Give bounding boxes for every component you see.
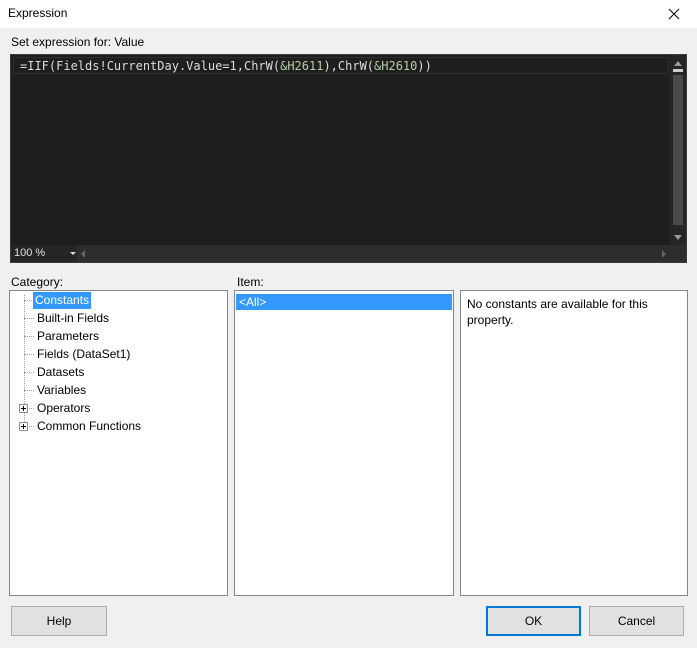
expand-icon[interactable] [19,422,28,431]
scroll-thumb[interactable] [673,75,683,225]
category-item-built-in-fields[interactable]: Built-in Fields [35,310,111,327]
scroll-down-icon[interactable] [674,235,682,240]
category-label: Category: [11,275,64,289]
title-bar: Expression [0,0,697,28]
chevron-down-icon [70,252,76,255]
expand-icon[interactable] [19,404,28,413]
set-expression-label: Set expression for: Value [11,35,145,49]
tree-connector [24,318,34,319]
expression-code[interactable]: =IIF(Fields!CurrentDay.Value=1,ChrW(&H26… [20,58,432,74]
tree-connector [24,390,34,391]
close-button[interactable] [651,0,697,28]
category-item-common-functions[interactable]: Common Functions [35,418,143,435]
zoom-dropdown[interactable]: 100 % [11,245,77,262]
tree-connector [24,354,34,355]
close-icon [668,8,680,20]
code-part: )) [417,59,432,73]
cancel-button[interactable]: Cancel [589,606,684,636]
category-item-datasets[interactable]: Datasets [35,364,86,381]
zoom-value: 100 % [14,247,46,259]
scroll-right-icon[interactable] [662,250,666,258]
category-item-constants[interactable]: Constants [33,292,92,309]
description-panel: No constants are available for this prop… [460,290,688,596]
code-part: =IIF(Fields!CurrentDay.Value=1,ChrW( [20,59,281,73]
item-label: Item: [237,275,264,289]
window-title: Expression [8,6,68,20]
list-item[interactable]: <All> [236,294,452,310]
category-item-variables[interactable]: Variables [35,382,88,399]
scroll-top-marker [673,69,683,72]
expression-editor[interactable]: =IIF(Fields!CurrentDay.Value=1,ChrW(&H26… [10,54,687,263]
code-literal: &H2610 [374,59,418,73]
tree-connector [24,336,34,337]
category-item-fields[interactable]: Fields (DataSet1) [35,346,132,363]
scroll-up-icon[interactable] [674,61,682,66]
help-button[interactable]: Help [11,606,107,636]
ok-button[interactable]: OK [486,606,581,636]
horizontal-scrollbar[interactable]: 100 % [11,245,686,262]
scroll-left-icon[interactable] [81,250,85,258]
category-item-operators[interactable]: Operators [35,400,92,417]
description-text: No constants are available for this prop… [467,297,648,327]
code-literal: &H2611 [280,59,324,73]
code-part: ),ChrW( [323,59,375,73]
category-item-parameters[interactable]: Parameters [35,328,101,345]
category-tree[interactable]: Constants Built-in Fields Parameters Fie… [9,290,228,596]
item-list[interactable]: <All> [234,290,454,596]
tree-connector [24,372,34,373]
vertical-scrollbar[interactable] [670,55,686,245]
